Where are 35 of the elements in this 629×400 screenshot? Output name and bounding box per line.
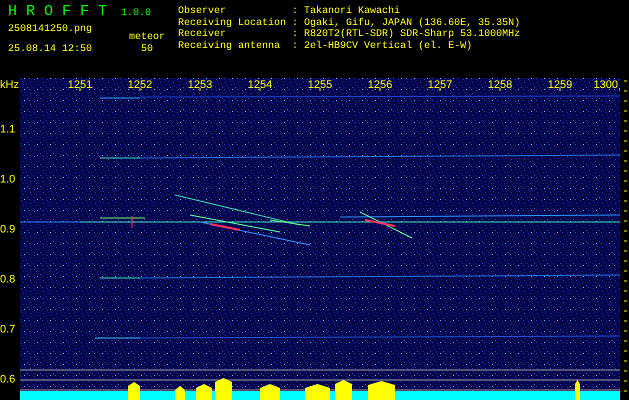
- axis-label: 0.9: [0, 224, 16, 236]
- axis-label: 1252: [128, 80, 152, 91]
- axis-label: 0.7: [0, 324, 16, 336]
- counter-value: 50: [140, 44, 153, 55]
- file-name: 2508141250.png: [8, 24, 92, 36]
- info-value: R820T2(RTL-SDR) SDR-Sharp 53.1000MHz: [304, 29, 520, 40]
- axis-label: 1.0: [0, 174, 16, 186]
- info-label: Observer: [178, 6, 228, 18]
- axis-label: 1259: [548, 80, 572, 91]
- axis-label: 1258: [488, 80, 512, 91]
- axis-label: 1257: [428, 80, 452, 91]
- axis-label: 0.8: [0, 274, 16, 286]
- info-separator: :: [292, 6, 298, 18]
- info-label: Receiving Location: [178, 18, 286, 28]
- axis-label: 1251: [68, 80, 92, 91]
- info-value: 2el-HB9CV Vertical (el. E-W): [304, 40, 474, 52]
- info-label: Receiver: [178, 29, 228, 40]
- axis-label: 1.1: [0, 124, 16, 136]
- info-separator: :: [292, 40, 298, 52]
- counter-label: meteor: [128, 32, 165, 44]
- axis-label: 1255: [308, 80, 332, 91]
- axis-label: 1254: [248, 80, 272, 91]
- timestamp: 25.08.14 12:50: [8, 44, 92, 55]
- version-label: 1.0.0: [121, 8, 152, 20]
- axis-label: 0.6: [0, 374, 16, 386]
- axis-label: 1256: [368, 80, 392, 91]
- axis-label: 1253: [188, 80, 212, 91]
- info-label: Receiving antenna: [178, 40, 282, 52]
- axis-label: 1300: [594, 80, 618, 91]
- axis-unit-label: kHz: [0, 80, 19, 91]
- info-value: Takanori Kawachi: [304, 6, 402, 18]
- app-title: H R O F F T: [8, 4, 108, 20]
- info-separator: :: [292, 18, 298, 29]
- info-separator: :: [292, 29, 298, 40]
- info-value: Ogaki, Gifu, JAPAN (136.60E, 35.35N): [304, 18, 520, 28]
